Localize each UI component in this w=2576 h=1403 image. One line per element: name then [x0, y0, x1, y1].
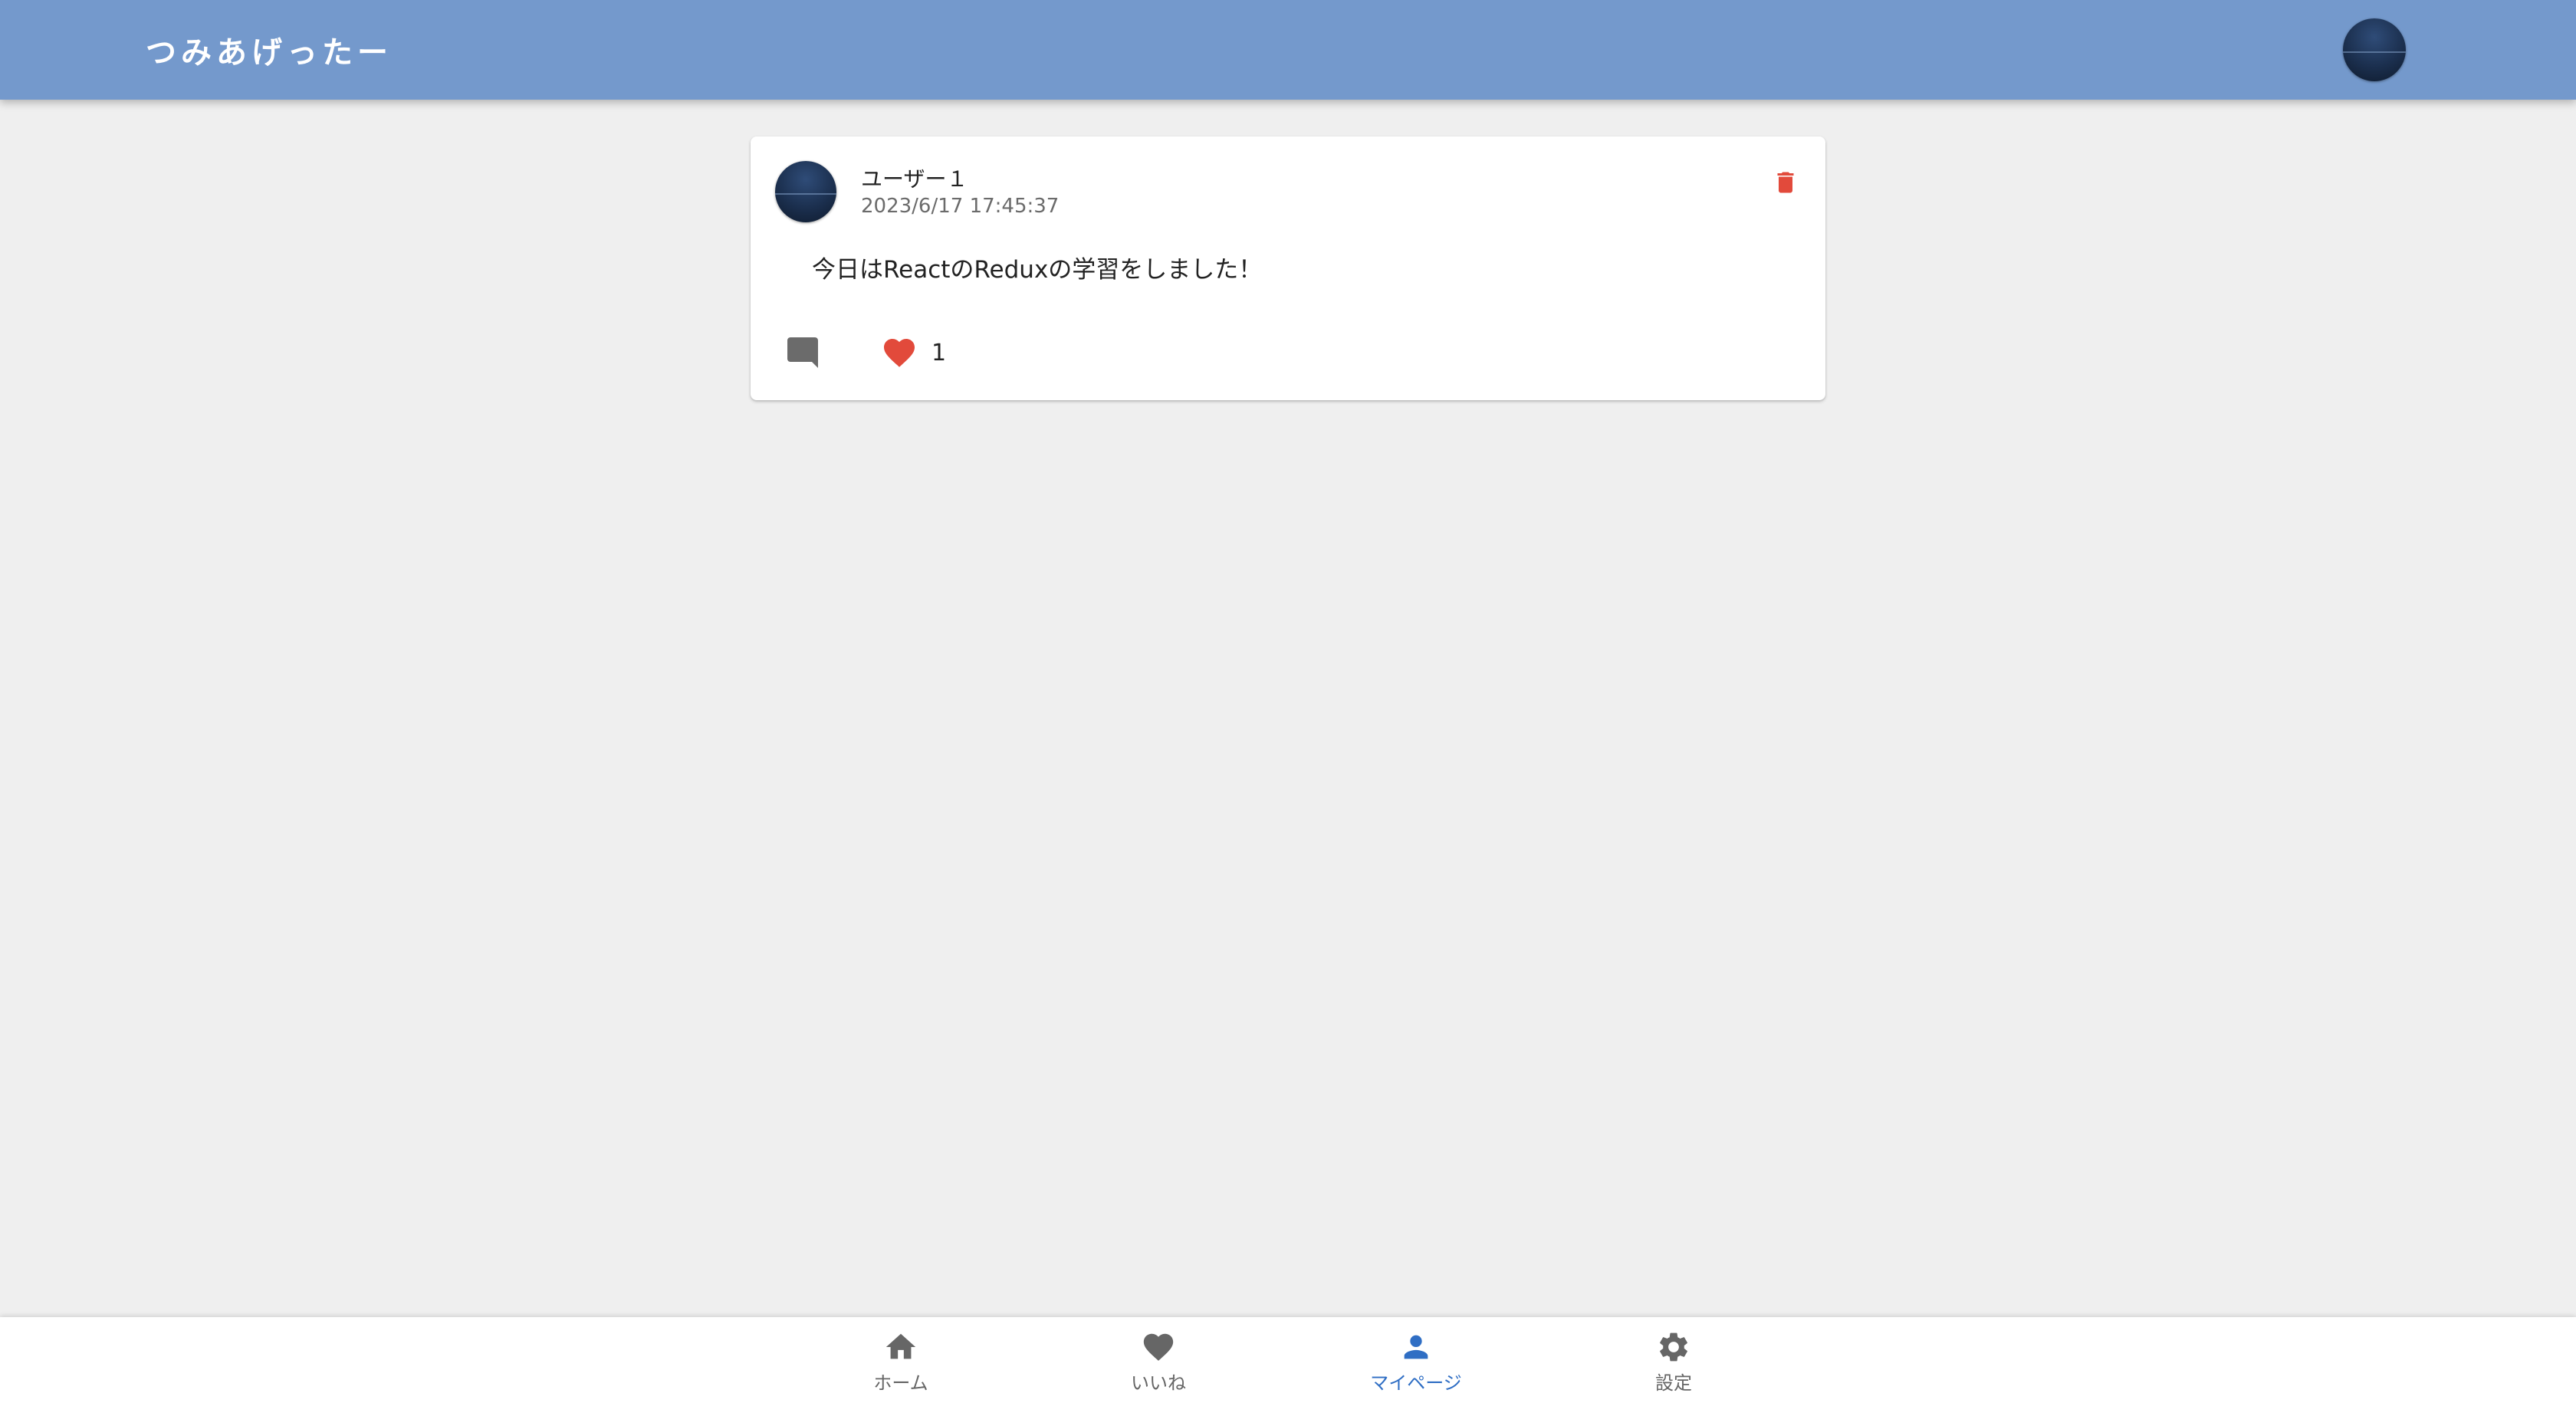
heart-icon: [884, 339, 915, 367]
person-icon: [1404, 1335, 1428, 1359]
post-content: 今日はReactのReduxの学習をしました！: [812, 256, 1263, 284]
home-icon: [886, 1333, 916, 1359]
comment-icon: [787, 337, 818, 368]
post-user-name: ユーザー１: [861, 166, 968, 192]
post-avatar[interactable]: [775, 161, 836, 222]
comment-button[interactable]: [778, 328, 827, 377]
post-card: ユーザー１ 2023/6/17 17:45:37 今日はReactのReduxの…: [751, 136, 1825, 400]
app-header: つみあげったー: [0, 0, 2576, 100]
nav-label-home: ホーム: [873, 1372, 928, 1394]
delete-post-button[interactable]: [1761, 158, 1810, 207]
nav-item-settings[interactable]: 設定: [1597, 1329, 1750, 1395]
post-timestamp: 2023/6/17 17:45:37: [861, 195, 1060, 218]
bottom-navigation: ホーム いいね マイページ 設定: [0, 1317, 2576, 1403]
nav-item-home[interactable]: ホーム: [824, 1329, 978, 1395]
heart-icon: [1143, 1333, 1174, 1361]
nav-label-settings: 設定: [1655, 1372, 1692, 1394]
nav-item-likes[interactable]: いいね: [1082, 1329, 1235, 1395]
app-title: つみあげったー: [146, 35, 393, 71]
like-count: 1: [932, 339, 947, 366]
nav-label-likes: いいね: [1131, 1372, 1186, 1394]
nav-label-mypage: マイページ: [1370, 1372, 1462, 1394]
like-button[interactable]: 1: [881, 328, 946, 377]
header-avatar[interactable]: [2343, 18, 2406, 81]
gear-icon: [1660, 1332, 1687, 1362]
nav-item-mypage[interactable]: マイページ: [1339, 1329, 1493, 1395]
trash-icon: [1777, 172, 1794, 193]
